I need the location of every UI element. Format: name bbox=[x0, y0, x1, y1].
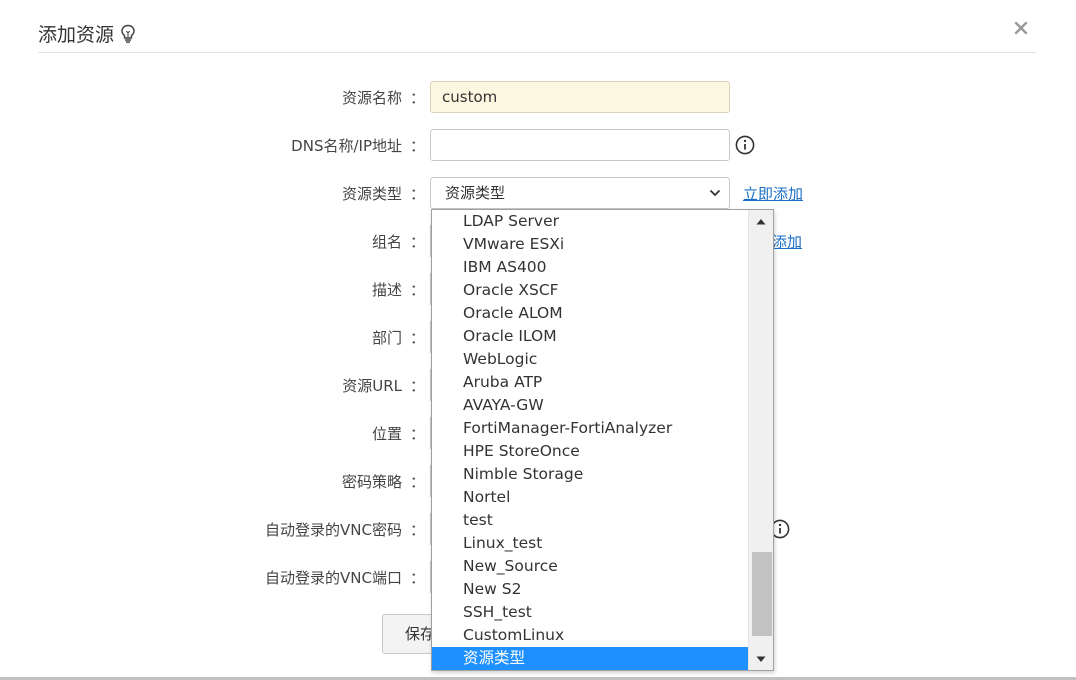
description-label: 描述 bbox=[371, 281, 402, 299]
dropdown-option[interactable]: Linux_test bbox=[432, 532, 748, 555]
dropdown-option[interactable]: Oracle ALOM bbox=[432, 302, 748, 325]
dropdown-option[interactable]: 资源类型 bbox=[432, 647, 748, 670]
dropdown-option[interactable]: HPE StoreOnce bbox=[432, 440, 748, 463]
dropdown-option[interactable]: IBM AS400 bbox=[432, 256, 748, 279]
dns-input[interactable] bbox=[430, 129, 730, 161]
dropdown-option[interactable]: Nimble Storage bbox=[432, 463, 748, 486]
department-label: 部门 bbox=[371, 329, 402, 347]
colon: ： bbox=[410, 233, 426, 251]
dropdown-option[interactable]: VMware ESXi bbox=[432, 233, 748, 256]
row-resource-type: 资源类型 ： 资源类型 立即添加 bbox=[0, 177, 1076, 211]
group-label: 组名 bbox=[371, 233, 402, 251]
dropdown-option[interactable]: CustomLinux bbox=[432, 624, 748, 647]
dropdown-option[interactable]: Nortel bbox=[432, 486, 748, 509]
lightbulb-icon[interactable] bbox=[120, 24, 136, 44]
vnc-port-label: 自动登录的VNC端口 bbox=[265, 569, 402, 587]
colon: ： bbox=[410, 473, 426, 491]
dropdown-option[interactable]: Aruba ATP bbox=[432, 371, 748, 394]
resource-type-select[interactable]: 资源类型 bbox=[430, 177, 730, 209]
dropdown-option[interactable]: New_Source bbox=[432, 555, 748, 578]
colon: ： bbox=[410, 89, 426, 107]
dropdown-option[interactable]: LDAP Server bbox=[432, 210, 748, 233]
resource-url-label: 资源URL bbox=[342, 377, 402, 395]
dialog-header: 添加资源 bbox=[38, 14, 1036, 53]
colon: ： bbox=[410, 137, 426, 155]
resource-type-select-value: 资源类型 bbox=[445, 184, 506, 202]
close-icon[interactable] bbox=[1014, 21, 1028, 35]
dropdown-option[interactable]: WebLogic bbox=[432, 348, 748, 371]
info-icon[interactable] bbox=[735, 135, 755, 155]
resource-type-label: 资源类型 bbox=[341, 185, 402, 203]
scroll-up-arrow-icon[interactable] bbox=[749, 210, 773, 232]
colon: ： bbox=[410, 569, 426, 587]
vnc-password-label: 自动登录的VNC密码 bbox=[265, 521, 402, 539]
row-dns: DNS名称/IP地址 ： bbox=[0, 129, 1076, 163]
dropdown-option[interactable]: New S2 bbox=[432, 578, 748, 601]
add-group-link[interactable]: 添加 bbox=[772, 225, 802, 259]
dropdown-scrollbar[interactable] bbox=[748, 210, 773, 670]
resource-name-label: 资源名称 bbox=[341, 89, 402, 107]
dropdown-option[interactable]: SSH_test bbox=[432, 601, 748, 624]
scroll-down-arrow-icon[interactable] bbox=[749, 648, 773, 670]
dropdown-option[interactable]: test bbox=[432, 509, 748, 532]
colon: ： bbox=[410, 377, 426, 395]
row-resource-name: 资源名称 ： custom bbox=[0, 81, 1076, 115]
dropdown-option[interactable]: Oracle XSCF bbox=[432, 279, 748, 302]
chevron-down-icon bbox=[709, 189, 721, 197]
add-resource-type-link[interactable]: 立即添加 bbox=[743, 177, 803, 211]
resource-type-dropdown[interactable]: LDAP Server VMware ESXi IBM AS400 Oracle XS… bbox=[431, 209, 774, 671]
password-policy-label: 密码策略 bbox=[341, 473, 402, 491]
scroll-thumb[interactable] bbox=[752, 552, 772, 636]
colon: ： bbox=[410, 281, 426, 299]
dialog-title: 添加资源 bbox=[38, 24, 115, 46]
dropdown-option[interactable]: Oracle ILOM bbox=[432, 325, 748, 348]
dialog-title-group: 添加资源 bbox=[38, 20, 136, 47]
dropdown-option[interactable]: AVAYA-GW bbox=[432, 394, 748, 417]
dropdown-list: LDAP Server VMware ESXi IBM AS400 Oracle XS… bbox=[432, 210, 748, 670]
colon: ： bbox=[410, 329, 426, 347]
colon: ： bbox=[410, 185, 426, 203]
colon: ： bbox=[410, 425, 426, 443]
resource-name-input[interactable]: custom bbox=[430, 81, 730, 113]
location-label: 位置 bbox=[371, 425, 402, 443]
dns-label: DNS名称/IP地址 bbox=[291, 137, 402, 155]
dropdown-option[interactable]: FortiManager-FortiAnalyzer bbox=[432, 417, 748, 440]
colon: ： bbox=[410, 521, 426, 539]
